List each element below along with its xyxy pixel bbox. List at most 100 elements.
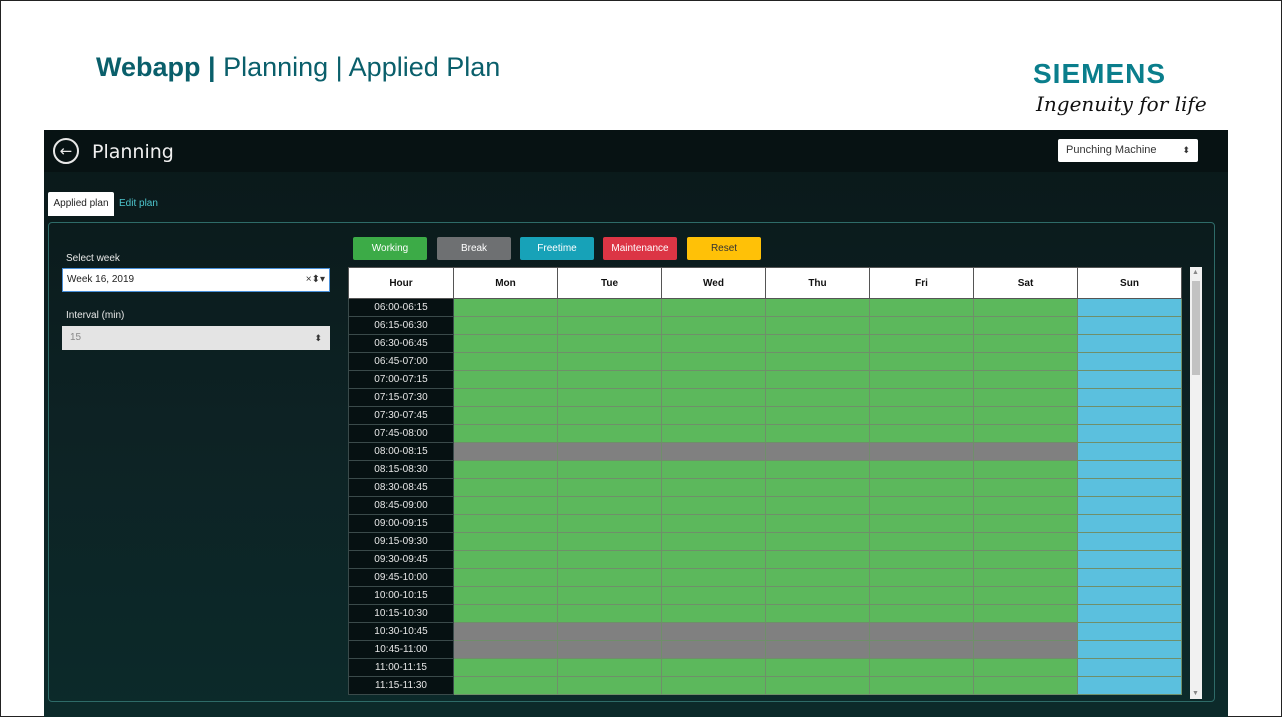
slot-cell-sat[interactable] [973, 424, 1078, 443]
slot-cell-thu[interactable] [765, 640, 870, 659]
slot-cell-sat[interactable] [973, 604, 1078, 623]
slot-cell-fri[interactable] [869, 568, 974, 587]
slot-cell-wed[interactable] [661, 640, 766, 659]
slot-cell-thu[interactable] [765, 478, 870, 497]
scrollbar-thumb[interactable] [1192, 281, 1200, 375]
triangle-up-icon[interactable]: ▲ [1192, 269, 1199, 276]
back-button[interactable]: ← [53, 138, 79, 164]
slot-cell-thu[interactable] [765, 658, 870, 677]
slot-cell-sun[interactable] [1077, 514, 1182, 533]
slot-cell-mon[interactable] [453, 442, 558, 461]
slot-cell-sun[interactable] [1077, 604, 1182, 623]
slot-cell-fri[interactable] [869, 550, 974, 569]
slot-cell-fri[interactable] [869, 460, 974, 479]
slot-cell-thu[interactable] [765, 568, 870, 587]
slot-cell-sat[interactable] [973, 352, 1078, 371]
slot-cell-sun[interactable] [1077, 568, 1182, 587]
slot-cell-wed[interactable] [661, 496, 766, 515]
slot-cell-mon[interactable] [453, 568, 558, 587]
slot-cell-tue[interactable] [557, 604, 662, 623]
slot-cell-mon[interactable] [453, 460, 558, 479]
slot-cell-thu[interactable] [765, 388, 870, 407]
slot-cell-fri[interactable] [869, 532, 974, 551]
slot-cell-wed[interactable] [661, 370, 766, 389]
slot-cell-sun[interactable] [1077, 640, 1182, 659]
slot-cell-sun[interactable] [1077, 442, 1182, 461]
slot-cell-sun[interactable] [1077, 406, 1182, 425]
slot-cell-thu[interactable] [765, 604, 870, 623]
slot-cell-tue[interactable] [557, 550, 662, 569]
slot-cell-sat[interactable] [973, 640, 1078, 659]
slot-cell-sat[interactable] [973, 298, 1078, 317]
slot-cell-thu[interactable] [765, 532, 870, 551]
slot-cell-mon[interactable] [453, 586, 558, 605]
slot-cell-wed[interactable] [661, 586, 766, 605]
freetime-button[interactable]: Freetime [520, 237, 594, 260]
slot-cell-thu[interactable] [765, 460, 870, 479]
slot-cell-sat[interactable] [973, 478, 1078, 497]
slot-cell-mon[interactable] [453, 514, 558, 533]
slot-cell-sun[interactable] [1077, 424, 1182, 443]
slot-cell-fri[interactable] [869, 676, 974, 695]
slot-cell-sun[interactable] [1077, 586, 1182, 605]
maintenance-button[interactable]: Maintenance [603, 237, 677, 260]
slot-cell-sat[interactable] [973, 586, 1078, 605]
reset-button[interactable]: Reset [687, 237, 761, 260]
slot-cell-sat[interactable] [973, 568, 1078, 587]
slot-cell-tue[interactable] [557, 640, 662, 659]
slot-cell-mon[interactable] [453, 478, 558, 497]
slot-cell-tue[interactable] [557, 388, 662, 407]
slot-cell-fri[interactable] [869, 370, 974, 389]
slot-cell-sat[interactable] [973, 676, 1078, 695]
slot-cell-fri[interactable] [869, 586, 974, 605]
slot-cell-sat[interactable] [973, 316, 1078, 335]
slot-cell-tue[interactable] [557, 478, 662, 497]
slot-cell-sun[interactable] [1077, 676, 1182, 695]
slot-cell-thu[interactable] [765, 676, 870, 695]
week-input-controls-icon[interactable]: ×⬍▾ [306, 269, 325, 291]
slot-cell-wed[interactable] [661, 298, 766, 317]
slot-cell-fri[interactable] [869, 352, 974, 371]
slot-cell-fri[interactable] [869, 478, 974, 497]
slot-cell-mon[interactable] [453, 640, 558, 659]
slot-cell-wed[interactable] [661, 442, 766, 461]
slot-cell-wed[interactable] [661, 658, 766, 677]
slot-cell-wed[interactable] [661, 460, 766, 479]
slot-cell-fri[interactable] [869, 640, 974, 659]
slot-cell-mon[interactable] [453, 352, 558, 371]
slot-cell-sun[interactable] [1077, 370, 1182, 389]
slot-cell-thu[interactable] [765, 424, 870, 443]
slot-cell-thu[interactable] [765, 496, 870, 515]
slot-cell-wed[interactable] [661, 568, 766, 587]
slot-cell-mon[interactable] [453, 532, 558, 551]
slot-cell-tue[interactable] [557, 496, 662, 515]
slot-cell-thu[interactable] [765, 298, 870, 317]
slot-cell-sun[interactable] [1077, 622, 1182, 641]
slot-cell-wed[interactable] [661, 532, 766, 551]
machine-select[interactable]: Punching Machine ⬍ [1058, 139, 1198, 162]
slot-cell-tue[interactable] [557, 442, 662, 461]
break-button[interactable]: Break [437, 237, 511, 260]
slot-cell-fri[interactable] [869, 406, 974, 425]
slot-cell-tue[interactable] [557, 334, 662, 353]
slot-cell-sat[interactable] [973, 334, 1078, 353]
slot-cell-tue[interactable] [557, 622, 662, 641]
triangle-down-icon[interactable]: ▼ [1192, 690, 1199, 697]
slot-cell-wed[interactable] [661, 334, 766, 353]
tab-applied-plan[interactable]: Applied plan [48, 192, 114, 216]
slot-cell-fri[interactable] [869, 316, 974, 335]
slot-cell-mon[interactable] [453, 334, 558, 353]
slot-cell-sat[interactable] [973, 370, 1078, 389]
slot-cell-sat[interactable] [973, 514, 1078, 533]
slot-cell-mon[interactable] [453, 604, 558, 623]
slot-cell-fri[interactable] [869, 334, 974, 353]
slot-cell-tue[interactable] [557, 514, 662, 533]
slot-cell-tue[interactable] [557, 406, 662, 425]
slot-cell-mon[interactable] [453, 676, 558, 695]
slot-cell-sat[interactable] [973, 496, 1078, 515]
slot-cell-thu[interactable] [765, 622, 870, 641]
slot-cell-fri[interactable] [869, 514, 974, 533]
slot-cell-fri[interactable] [869, 442, 974, 461]
slot-cell-sun[interactable] [1077, 658, 1182, 677]
slot-cell-tue[interactable] [557, 298, 662, 317]
